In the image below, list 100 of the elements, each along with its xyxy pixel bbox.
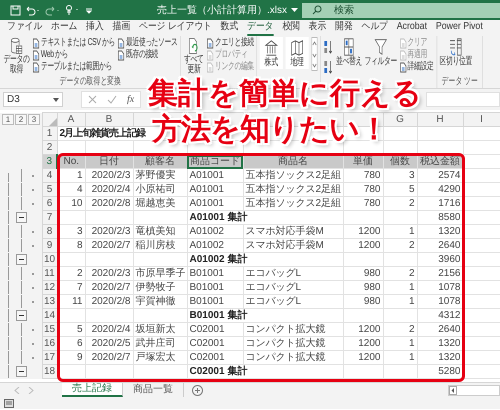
table-cell: 2020/2/7 <box>85 350 133 364</box>
menu-tab[interactable]: Acrobat <box>396 20 428 36</box>
table-cell: スマホ対応手袋M <box>243 224 343 238</box>
ribbon-button[interactable]: フィルター <box>364 37 397 67</box>
table-cell: 1 <box>383 280 417 294</box>
table-cell: 10 <box>57 196 85 210</box>
menu-tab[interactable]: 開発 <box>335 20 353 36</box>
table-cell: 2574 <box>417 168 463 182</box>
table-cell: 3 <box>57 224 85 238</box>
collapse-icon[interactable] <box>16 254 27 265</box>
table-cell: 2640 <box>417 322 463 336</box>
menu-tab[interactable]: ページ レイアウト <box>139 20 212 36</box>
collapse-icon[interactable] <box>16 310 27 321</box>
menu-tab[interactable]: 表示 <box>308 20 326 36</box>
outline-level-button[interactable]: 2 <box>15 114 27 125</box>
menu-tab[interactable]: 数式 <box>220 20 238 36</box>
ribbon-button[interactable]: テキストまたは CSV から <box>32 37 115 49</box>
table-cell: 2 <box>383 238 417 252</box>
macro-icon[interactable] <box>4 398 14 408</box>
table-cell: コンパクト拡大鏡 <box>243 322 343 336</box>
table-cell: 伊勢牧子 <box>133 280 187 294</box>
table-cell: C02001 <box>187 350 243 364</box>
sort-descending-icon[interactable] <box>324 59 334 75</box>
sheet-tab[interactable]: 売上記録 <box>62 383 123 397</box>
ribbon-button[interactable]: すべて更新 <box>184 37 204 75</box>
menu-tab[interactable]: ファイル <box>7 20 42 36</box>
table-cell: 780 <box>343 168 383 182</box>
ribbon-button[interactable]: クエリと接続 <box>206 37 254 49</box>
horizontal-scrollbar[interactable] <box>448 384 500 396</box>
table-cell: 1716 <box>417 196 463 210</box>
table-cell: 1078 <box>417 294 463 308</box>
table-cell: 980 <box>343 280 383 294</box>
add-sheet-icon[interactable] <box>192 384 203 396</box>
window-title[interactable]: 売上一覧（小計計算用）.xlsx <box>157 3 287 17</box>
search-field[interactable]: 検索 <box>302 2 500 18</box>
ribbon-button[interactable]: テーブルまたは範囲から <box>32 61 115 73</box>
formula-field[interactable] <box>426 92 500 107</box>
subtotal-label: B01001 集計 <box>187 308 343 322</box>
table-cell: 1200 <box>343 350 383 364</box>
group-label: データの取得と変換 <box>58 76 122 87</box>
cell-reference: D3 <box>7 94 20 105</box>
table-cell: 1200 <box>343 336 383 350</box>
check-icon[interactable] <box>107 95 117 104</box>
table-cell: 稲川房枝 <box>133 238 187 252</box>
outline-level-button[interactable]: 1 <box>2 114 14 125</box>
table-cell: コンパクト拡大鏡 <box>243 350 343 364</box>
menu-tab[interactable]: Power Pivot <box>436 20 483 36</box>
insert-function-button[interactable]: fx <box>127 94 134 105</box>
subtotal-label: A01002 集計 <box>187 252 343 266</box>
caret-icon[interactable] <box>291 8 298 12</box>
table-cell: 2 <box>383 266 417 280</box>
column-header[interactable]: A <box>57 112 85 126</box>
subtotal-label: C02001 集計 <box>187 364 343 378</box>
gallery-scroll-icon[interactable] <box>312 37 318 71</box>
table-cell: A01001 <box>187 182 243 196</box>
column-header[interactable]: H <box>417 112 463 126</box>
bank-icon <box>264 39 278 57</box>
table-cell: 2 <box>383 322 417 336</box>
menu-tab[interactable]: 校閲 <box>282 20 300 36</box>
map-icon <box>290 39 304 57</box>
table-cell: 980 <box>343 266 383 280</box>
data-type-button[interactable]: 株式 <box>260 37 283 69</box>
search-icon <box>312 4 322 14</box>
table-cell: A01002 <box>187 238 243 252</box>
save-icon[interactable] <box>10 4 21 16</box>
table-cell: 五本指ソックス2足組 <box>243 196 343 210</box>
ribbon-button[interactable]: 区切り位置 <box>440 37 472 67</box>
table-cell: 980 <box>343 294 383 308</box>
table-cell: スマホ対応手袋M <box>243 238 343 252</box>
column-header[interactable]: G <box>383 112 417 126</box>
table-cell: 8 <box>57 238 85 252</box>
ribbon-button[interactable]: 並べ替え <box>336 37 362 67</box>
sort-ascending-icon[interactable] <box>324 39 334 55</box>
ribbon-button[interactable]: 既存の接続 <box>118 49 178 61</box>
table-cell: 1200 <box>343 224 383 238</box>
table-cell: 1200 <box>343 238 383 252</box>
name-box[interactable]: D3 <box>3 92 63 107</box>
column-header[interactable]: I <box>463 112 500 126</box>
collapse-icon[interactable] <box>16 212 27 223</box>
menu-tab[interactable]: 描画 <box>112 20 130 36</box>
scroll-left-icon[interactable] <box>449 386 457 394</box>
column-header[interactable]: B <box>85 112 133 126</box>
outline-level-button[interactable]: 3 <box>28 114 40 125</box>
ribbon-button[interactable]: Web から <box>32 49 115 61</box>
ribbon-button[interactable]: 詳細設定 <box>400 61 434 73</box>
customize-icon[interactable] <box>85 6 93 14</box>
data-type-button[interactable]: 地理 <box>286 37 309 69</box>
table-cell: 7 <box>57 280 85 294</box>
table-cell: コンパクト拡大鏡 <box>243 336 343 350</box>
table-cell: 竜槙美知 <box>133 224 187 238</box>
collapse-icon[interactable] <box>16 366 27 377</box>
ribbon-button[interactable]: データの取得 <box>2 37 30 75</box>
table-cell: 1320 <box>417 350 463 364</box>
menu-tab[interactable]: ホーム <box>51 20 78 36</box>
ribbon-button[interactable]: 最近使ったソース <box>118 37 178 49</box>
menu-tab[interactable]: 挿入 <box>86 20 104 36</box>
table-cell: 9 <box>57 350 85 364</box>
menu-tab[interactable]: ヘルプ <box>361 20 388 36</box>
subtotal-value: 3960 <box>417 252 463 266</box>
table-cell: 2020/2/7 <box>85 280 133 294</box>
